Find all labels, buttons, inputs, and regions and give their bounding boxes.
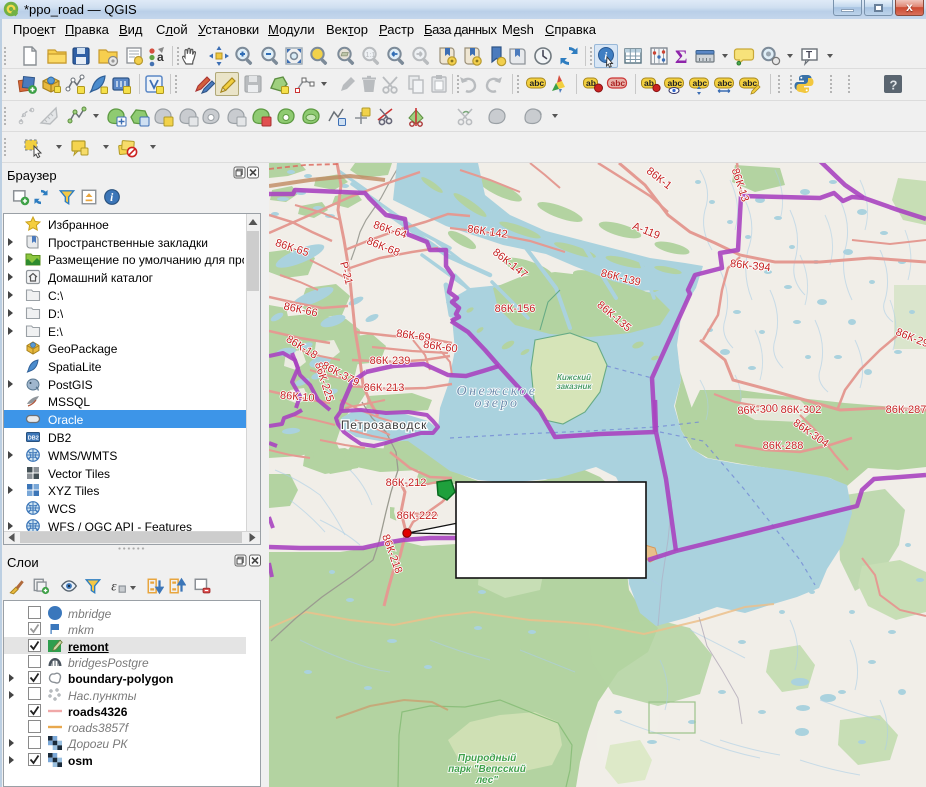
svg-text:1:1: 1:1: [366, 52, 376, 59]
svg-text:озеро: озеро: [475, 396, 520, 411]
svg-text:заказник: заказник: [557, 382, 593, 391]
svg-text:86К-156: 86К-156: [495, 303, 536, 315]
svg-text:Природный: Природный: [458, 753, 517, 764]
svg-text:86К-302: 86К-302: [781, 404, 822, 416]
svg-text:Кижский: Кижский: [557, 373, 591, 382]
svg-text:86К-222: 86К-222: [397, 510, 438, 522]
svg-text:парк "Вепсский: парк "Вепсский: [448, 764, 526, 775]
svg-text:Σ: Σ: [675, 47, 687, 68]
svg-text:abc: abc: [693, 78, 708, 88]
svg-text:86К-287: 86К-287: [886, 404, 926, 416]
svg-text:86К-213: 86К-213: [364, 382, 405, 394]
svg-text:86К-212: 86К-212: [386, 477, 427, 489]
svg-text:лес": лес": [475, 775, 498, 786]
svg-text:abc: abc: [743, 78, 758, 88]
svg-text:Петрозаводск: Петрозаводск: [341, 418, 427, 432]
svg-text:a: a: [157, 50, 164, 64]
svg-text:86К-239: 86К-239: [370, 355, 411, 367]
svg-text:abc: abc: [718, 78, 733, 88]
svg-text:abc: abc: [668, 78, 683, 88]
svg-text:DB2: DB2: [28, 436, 39, 442]
svg-text:abc: abc: [530, 78, 545, 88]
svg-text:?: ?: [890, 78, 898, 93]
svg-text:abc: abc: [611, 78, 626, 88]
svg-text:ε: ε: [111, 579, 117, 594]
svg-text:ab: ab: [644, 78, 654, 88]
svg-text:T: T: [806, 50, 812, 61]
svg-text:86К-288: 86К-288: [763, 440, 804, 452]
